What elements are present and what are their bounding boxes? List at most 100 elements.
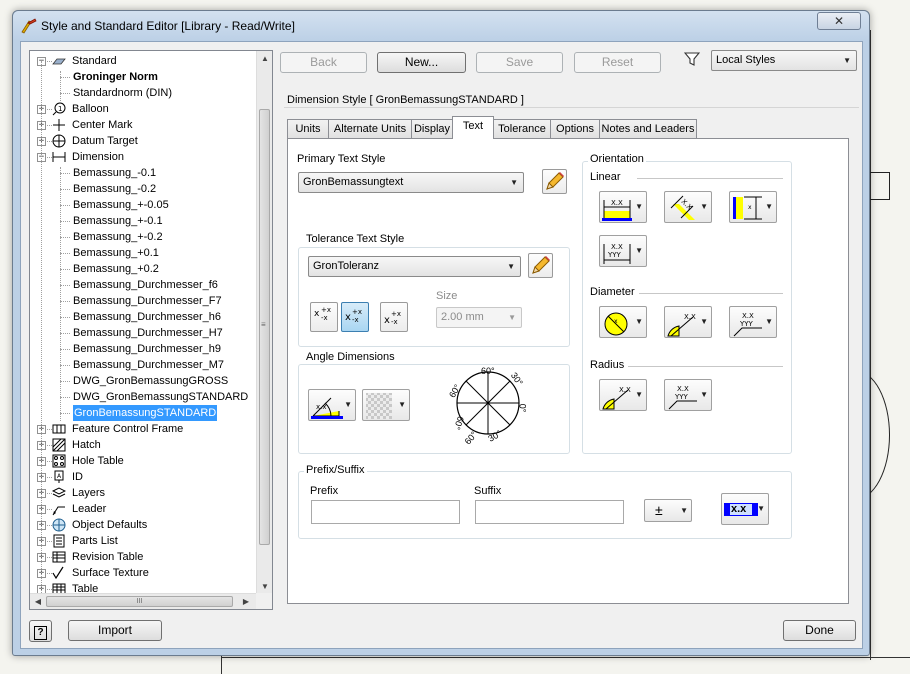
linear-vertical-dropdown[interactable]: x ▼ xyxy=(729,191,777,223)
dimension-style-header: Dimension Style [ GronBemassungSTANDARD … xyxy=(287,94,524,106)
suffix-input-box[interactable] xyxy=(475,500,624,524)
tree-item[interactable]: + Hatch xyxy=(30,437,258,453)
tree-item-label: Balloon xyxy=(72,103,109,115)
tree-item[interactable]: Bemassung_Durchmesser_f6 xyxy=(30,277,258,293)
tree-item[interactable]: + Layers xyxy=(30,485,258,501)
tree-item[interactable]: Bemassung_Durchmesser_F7 xyxy=(30,293,258,309)
size-dropdown[interactable]: 2.00 mm ▼ xyxy=(436,307,522,328)
tree-item[interactable]: Bemassung_+-0.2 xyxy=(30,229,258,245)
tree-item[interactable]: + A ID xyxy=(30,469,258,485)
scroll-right-arrow-icon[interactable]: ▶ xyxy=(238,594,254,609)
linear-stacked-icon: X.X YYY xyxy=(603,243,631,264)
tree-item[interactable]: DWG_GronBemassungSTANDARD xyxy=(30,389,258,405)
svg-text:YYY: YYY xyxy=(739,320,754,328)
reset-button[interactable]: Reset xyxy=(574,52,661,73)
tree-item[interactable]: Standardnorm (DIN) xyxy=(30,85,258,101)
tab-display[interactable]: Display xyxy=(411,119,453,138)
tree-item[interactable]: + Datum Target xyxy=(30,133,258,149)
angle-fill-dropdown[interactable]: ▼ xyxy=(362,389,410,421)
tree-item[interactable]: + Leader xyxy=(30,501,258,517)
tree-vertical-scrollbar[interactable]: ▲ ≡ ▼ xyxy=(256,51,272,595)
tree-item-label: DWG_GronBemassungSTANDARD xyxy=(73,391,249,403)
diameter-inside-dropdown[interactable]: x ▼ xyxy=(599,306,647,338)
tree-item-label: Layers xyxy=(72,487,106,499)
diameter-outside-dropdown[interactable]: X.X ▼ xyxy=(664,306,712,338)
tab-notes-and-leaders[interactable]: Notes and Leaders xyxy=(599,119,697,138)
svg-text:X.X: X.X xyxy=(611,243,623,251)
tree-item[interactable]: + Surface Texture xyxy=(30,565,258,581)
tree-item[interactable]: + Parts List xyxy=(30,533,258,549)
tree-horizontal-scrollbar[interactable]: ◀ III ▶ xyxy=(30,593,258,609)
save-button[interactable]: Save xyxy=(476,52,563,73)
tree-item[interactable]: Bemassung_Durchmesser_H7 xyxy=(30,325,258,341)
diameter-stacked-dropdown[interactable]: X.X YYY ▼ xyxy=(729,306,777,338)
tree-item[interactable]: Bemassung_-0.2 xyxy=(30,181,258,197)
tab-text[interactable]: Text xyxy=(452,116,494,139)
tree-item[interactable]: GronBemassungSTANDARD xyxy=(30,405,258,421)
revision-table-icon xyxy=(52,551,66,563)
tree-item[interactable]: + Object Defaults xyxy=(30,517,258,533)
tree-item[interactable]: + Feature Control Frame xyxy=(30,421,258,437)
tolerance-text-style-dropdown[interactable]: GronToleranz ▼ xyxy=(308,256,521,277)
back-button[interactable]: Back xyxy=(280,52,367,73)
radius-outside-dropdown[interactable]: X.X ▼ xyxy=(599,379,647,411)
close-button[interactable]: ✕ xyxy=(817,12,861,30)
tab-tolerance[interactable]: Tolerance xyxy=(493,119,551,138)
tree-item-label: Bemassung_-0.1 xyxy=(73,167,157,179)
edit-primary-text-style-button[interactable] xyxy=(542,169,567,194)
tree-item[interactable]: Bemassung_Durchmesser_h9 xyxy=(30,341,258,357)
insert-symbol-dropdown[interactable]: ± ▼ xyxy=(644,499,692,522)
scroll-thumb[interactable]: ≡ xyxy=(259,109,270,545)
import-button[interactable]: Import xyxy=(68,620,162,641)
tree-item[interactable]: Bemassung_+-0.1 xyxy=(30,213,258,229)
tree-item[interactable]: +1 Balloon xyxy=(30,101,258,117)
tab-alternate-units[interactable]: Alternate Units xyxy=(328,119,412,138)
tree-item[interactable]: − Standard xyxy=(30,53,258,69)
tree-item[interactable]: + Center Mark xyxy=(30,117,258,133)
tree-item[interactable]: Bemassung_+0.1 xyxy=(30,245,258,261)
tree-item[interactable]: Groninger Norm xyxy=(30,69,258,85)
tree-item[interactable]: DWG_GronBemassungGROSS xyxy=(30,373,258,389)
tree-item[interactable]: + Hole Table xyxy=(30,453,258,469)
tree-item[interactable]: Bemassung_+-0.05 xyxy=(30,197,258,213)
prefix-input[interactable] xyxy=(312,501,459,523)
primary-text-style-dropdown[interactable]: GronBemassungtext ▼ xyxy=(298,172,524,193)
tree-item[interactable]: Bemassung_-0.1 xyxy=(30,165,258,181)
edit-tolerance-text-style-button[interactable] xyxy=(528,253,553,278)
tab-options[interactable]: Options xyxy=(550,119,600,138)
done-button[interactable]: Done xyxy=(783,620,856,641)
scroll-up-arrow-icon[interactable]: ▲ xyxy=(257,51,272,67)
radius-stacked-dropdown[interactable]: X.X YYY ▼ xyxy=(664,379,712,411)
tab-units[interactable]: Units xyxy=(287,119,329,138)
pencil-icon xyxy=(532,256,550,274)
new-button[interactable]: New... xyxy=(377,52,466,73)
scroll-thumb[interactable]: III xyxy=(46,596,233,607)
suffix-input[interactable] xyxy=(476,501,623,523)
tree-item[interactable]: Bemassung_Durchmesser_h6 xyxy=(30,309,258,325)
tree-item[interactable]: − Dimension xyxy=(30,149,258,165)
linear-aligned-dropdown[interactable]: X.X ▼ xyxy=(664,191,712,223)
angle-text-orientation-dropdown[interactable]: x.x ▼ xyxy=(308,389,356,421)
parts-list-icon xyxy=(53,534,65,548)
filter-icon[interactable] xyxy=(684,51,700,67)
tree-item[interactable]: + Revision Table xyxy=(30,549,258,565)
tolerance-centered-button[interactable]: x +x -x xyxy=(341,302,369,332)
tolerance-bottom-button[interactable]: x +x -x xyxy=(380,302,408,332)
tree-item-label: Hole Table xyxy=(72,455,124,467)
tree-item[interactable]: Bemassung_Durchmesser_M7 xyxy=(30,357,258,373)
title-bar[interactable]: Style and Standard Editor [Library - Rea… xyxy=(13,11,869,41)
linear-stacked-dropdown[interactable]: X.X YYY ▼ xyxy=(599,235,647,267)
tolerance-stacked-button[interactable]: x +x -x xyxy=(310,302,338,332)
scroll-left-arrow-icon[interactable]: ◀ xyxy=(30,594,46,609)
help-button[interactable]: ? xyxy=(29,620,52,642)
text-format-dropdown[interactable]: x.x ▼ xyxy=(721,493,769,525)
tree-item[interactable]: + Table xyxy=(30,581,258,593)
prefix-input-box[interactable] xyxy=(311,500,460,524)
style-filter-dropdown[interactable]: Local Styles ▼ xyxy=(711,50,857,71)
style-tree[interactable]: − Standard Groninger Norm Standardnorm (DIN… xyxy=(29,50,273,610)
tree-item[interactable]: Bemassung_+0.2 xyxy=(30,261,258,277)
style-editor-window: Style and Standard Editor [Library - Rea… xyxy=(12,10,870,656)
primary-text-style-label: Primary Text Style xyxy=(297,153,386,165)
svg-text:1: 1 xyxy=(58,105,62,113)
linear-horizontal-dropdown[interactable]: X.X ▼ xyxy=(599,191,647,223)
